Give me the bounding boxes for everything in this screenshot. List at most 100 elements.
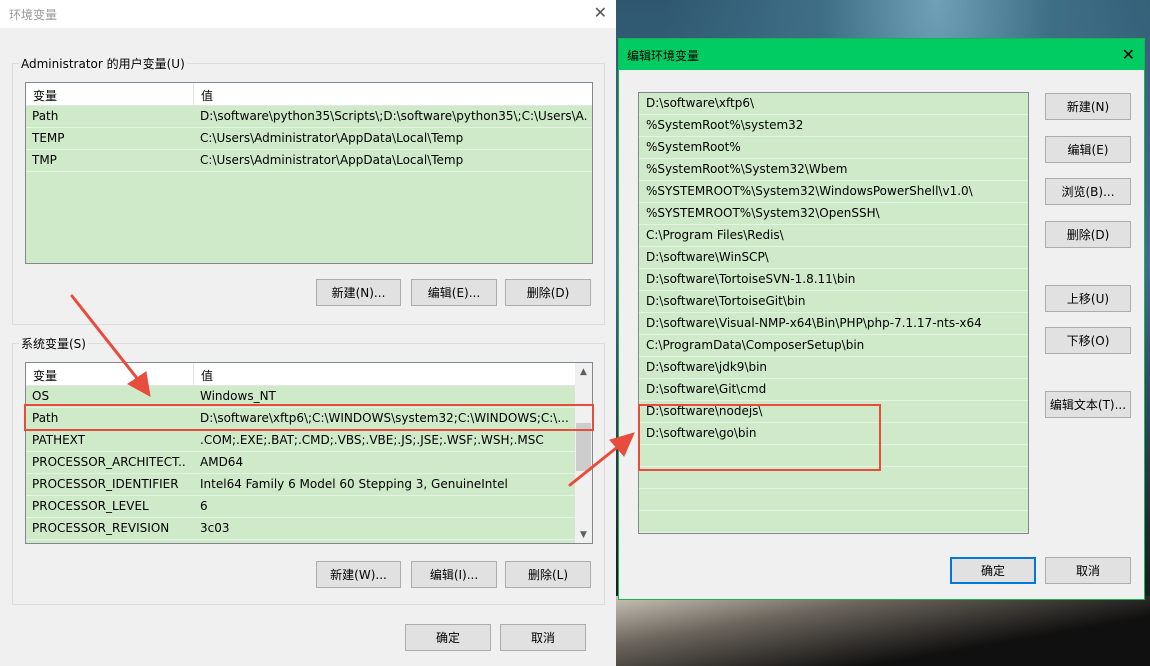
list-item[interactable]: %SYSTEMROOT%\System32\WindowsPowerShell\…: [639, 181, 1028, 203]
variable-value: 6: [200, 499, 208, 513]
cancel-button[interactable]: 取消: [1045, 557, 1131, 584]
path-entry-text: %SystemRoot%\system32: [646, 118, 804, 132]
new-path-button[interactable]: 新建(N): [1045, 93, 1131, 120]
move-up-button[interactable]: 上移(U): [1045, 285, 1131, 312]
user-new-button[interactable]: 新建(N)...: [316, 279, 401, 306]
variable-name: OS: [32, 389, 50, 403]
path-entry-text: %SYSTEMROOT%\System32\WindowsPowerShell\…: [646, 184, 973, 198]
variable-name: Path: [32, 109, 59, 123]
user-variables-label: Administrator 的用户变量(U): [19, 55, 187, 72]
variable-name: PSModulePath: [32, 543, 187, 544]
delete-path-button[interactable]: 删除(D): [1045, 221, 1131, 248]
table-row[interactable]: PROCESSOR_ARCHITECT... AMD64: [26, 452, 575, 474]
close-icon[interactable]: ✕: [594, 3, 607, 22]
path-entry-text: D:\software\WinSCP\: [646, 250, 769, 264]
variable-name: PROCESSOR_LEVEL: [32, 499, 149, 513]
dialog-title: 编辑环境变量: [627, 49, 700, 63]
list-item[interactable]: D:\software\Git\cmd: [639, 379, 1028, 401]
highlight-path-row-box: [24, 404, 594, 431]
variable-name: TMP: [32, 153, 57, 167]
variable-name: PATHEXT: [32, 433, 86, 447]
variable-value: C:\Users\Administrator\AppData\Local\Tem…: [200, 131, 464, 145]
variable-value: C:\Users\Administrator\AppData\Local\Tem…: [200, 153, 464, 167]
user-variables-list[interactable]: 变量 值 Path D:\software\python35\Scripts\;D…: [25, 82, 593, 264]
variable-value: AMD64: [200, 455, 244, 469]
edit-environment-variable-dialog: 编辑环境变量 ✕ D:\software\xftp6\ %SystemRoot%\…: [618, 38, 1145, 600]
variable-value: Windows_NT: [200, 389, 276, 403]
list-item[interactable]: D:\software\TortoiseGit\bin: [639, 291, 1028, 313]
environment-variables-dialog: 环境变量 ✕ Administrator 的用户变量(U) 变量 值 Path D…: [0, 0, 616, 666]
path-entry-text: D:\software\TortoiseSVN-1.8.11\bin: [646, 272, 856, 286]
column-header-value[interactable]: 值: [201, 367, 213, 384]
column-header-variable[interactable]: 变量: [33, 87, 57, 104]
scroll-up-icon[interactable]: ▲: [575, 363, 592, 380]
variable-name: PROCESSOR_IDENTIFIER: [32, 477, 179, 491]
system-edit-button[interactable]: 编辑(I)...: [411, 561, 497, 588]
list-header: 变量 值: [26, 363, 592, 386]
system-delete-button[interactable]: 删除(L): [505, 561, 591, 588]
table-row[interactable]: PSModulePath %ProgramFiles%\WindowsPowerS…: [26, 540, 575, 544]
system-variables-list[interactable]: 变量 值 OS Windows_NT Path D:\software\xftp6\;…: [25, 362, 593, 544]
list-item[interactable]: %SystemRoot%\System32\Wbem: [639, 159, 1028, 181]
list-item[interactable]: [639, 533, 1028, 534]
variable-value: 3c03: [200, 521, 230, 535]
list-item[interactable]: C:\ProgramData\ComposerSetup\bin: [639, 335, 1028, 357]
user-edit-button[interactable]: 编辑(E)...: [411, 279, 497, 306]
variable-value: %ProgramFiles%\WindowsPowerShell\Modules…: [200, 543, 571, 544]
system-new-button[interactable]: 新建(W)...: [316, 561, 401, 588]
edit-text-button[interactable]: 编辑文本(T)...: [1045, 391, 1131, 418]
column-header-value[interactable]: 值: [201, 87, 213, 104]
table-row[interactable]: PATHEXT .COM;.EXE;.BAT;.CMD;.VBS;.VBE;.JS…: [26, 430, 575, 452]
table-row[interactable]: TMP C:\Users\Administrator\AppData\Local\…: [26, 150, 592, 172]
column-divider[interactable]: [193, 363, 194, 385]
ok-button[interactable]: 确定: [405, 624, 491, 651]
path-entry-text: D:\software\Git\cmd: [646, 382, 767, 396]
dialog-titlebar: 环境变量 ✕: [0, 0, 616, 28]
browse-button[interactable]: 浏览(B)...: [1045, 178, 1131, 205]
path-entry-text: C:\Program Files\Redis\: [646, 228, 784, 242]
column-header-variable[interactable]: 变量: [33, 367, 57, 384]
list-item[interactable]: D:\software\Visual-NMP-x64\Bin\PHP\php-7…: [639, 313, 1028, 335]
cancel-button[interactable]: 取消: [500, 624, 586, 651]
path-entry-text: D:\software\Visual-NMP-x64\Bin\PHP\php-7…: [646, 316, 982, 330]
edit-path-button[interactable]: 编辑(E): [1045, 136, 1131, 163]
table-row[interactable]: Path D:\software\python35\Scripts\;D:\sof…: [26, 106, 592, 128]
table-row[interactable]: PROCESSOR_LEVEL 6: [26, 496, 575, 518]
path-entry-text: %SystemRoot%: [646, 140, 741, 154]
list-item[interactable]: %SYSTEMROOT%\System32\OpenSSH\: [639, 203, 1028, 225]
table-row[interactable]: PROCESSOR_IDENTIFIER Intel64 Family 6 Mod…: [26, 474, 575, 496]
variable-value: .COM;.EXE;.BAT;.CMD;.VBS;.VBE;.JS;.JSE;.…: [200, 433, 544, 447]
user-variables-rows: Path D:\software\python35\Scripts\;D:\sof…: [26, 106, 592, 263]
variable-name: TEMP: [32, 131, 65, 145]
close-icon[interactable]: ✕: [1122, 45, 1135, 64]
desktop-road-image: [616, 596, 1150, 666]
user-delete-button[interactable]: 删除(D): [505, 279, 591, 306]
move-down-button[interactable]: 下移(O): [1045, 327, 1131, 354]
ok-button[interactable]: 确定: [950, 557, 1036, 584]
list-item[interactable]: C:\Program Files\Redis\: [639, 225, 1028, 247]
list-item[interactable]: D:\software\TortoiseSVN-1.8.11\bin: [639, 269, 1028, 291]
path-entry-text: D:\software\TortoiseGit\bin: [646, 294, 806, 308]
list-item[interactable]: [639, 489, 1028, 511]
list-item[interactable]: %SystemRoot%: [639, 137, 1028, 159]
variable-name: PROCESSOR_ARCHITECT...: [32, 455, 187, 469]
dialog-titlebar: 编辑环境变量 ✕: [619, 39, 1144, 70]
list-item[interactable]: D:\software\WinSCP\: [639, 247, 1028, 269]
scroll-down-icon[interactable]: ▼: [575, 526, 592, 543]
system-list-scrollbar[interactable]: ▲ ▼: [575, 363, 592, 543]
column-divider[interactable]: [193, 83, 194, 105]
table-row[interactable]: TEMP C:\Users\Administrator\AppData\Local…: [26, 128, 592, 150]
list-item[interactable]: %SystemRoot%\system32: [639, 115, 1028, 137]
system-variables-label: 系统变量(S): [19, 335, 88, 352]
list-item[interactable]: [639, 511, 1028, 533]
variable-name: PROCESSOR_REVISION: [32, 521, 170, 535]
list-header: 变量 值: [26, 83, 592, 106]
path-entry-text: D:\software\jdk9\bin: [646, 360, 768, 374]
list-item[interactable]: D:\software\jdk9\bin: [639, 357, 1028, 379]
list-item[interactable]: D:\software\xftp6\: [639, 93, 1028, 115]
variable-value: D:\software\python35\Scripts\;D:\softwar…: [200, 109, 588, 123]
path-entry-text: %SYSTEMROOT%\System32\OpenSSH\: [646, 206, 880, 220]
table-row[interactable]: PROCESSOR_REVISION 3c03: [26, 518, 575, 540]
highlight-new-entry-box: [638, 404, 881, 471]
path-entry-text: %SystemRoot%\System32\Wbem: [646, 162, 848, 176]
